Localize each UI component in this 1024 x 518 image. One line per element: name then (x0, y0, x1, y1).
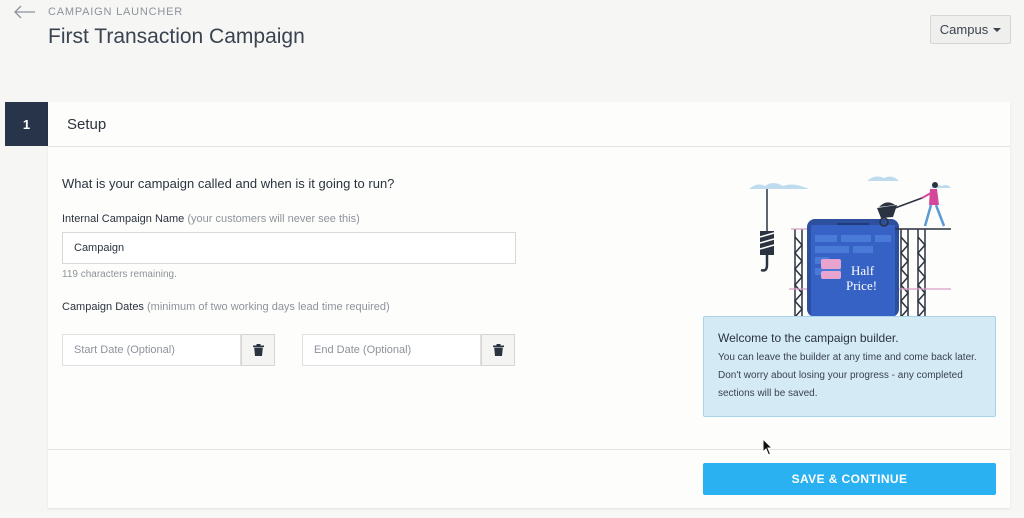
sign-text-half: Half (851, 263, 875, 278)
welcome-text: You can leave the builder at any time an… (718, 352, 977, 399)
campaign-name-hint: (your customers will never see this) (187, 213, 360, 225)
card-footer-divider (48, 449, 1010, 450)
start-date-group: Start Date (Optional) (62, 334, 275, 366)
trash-icon (492, 344, 504, 356)
campaign-dates-hint: (minimum of two working days lead time r… (147, 301, 390, 313)
trash-icon (252, 344, 264, 356)
breadcrumb: CAMPAIGN LAUNCHER (48, 6, 184, 18)
back-arrow-icon[interactable] (13, 4, 37, 20)
page-title: First Transaction Campaign (48, 25, 305, 48)
campaign-dates-label: Campaign Dates (minimum of two working d… (62, 301, 390, 313)
step-title: Setup (48, 102, 1010, 147)
save-continue-button[interactable]: SAVE & CONTINUE (703, 463, 996, 495)
campaign-name-label: Internal Campaign Name (your customers w… (62, 213, 360, 225)
caret-down-icon (993, 28, 1002, 32)
campaign-dates-label-text: Campaign Dates (62, 301, 144, 313)
campaign-name-input[interactable]: Campaign (62, 232, 516, 264)
campaign-name-label-text: Internal Campaign Name (62, 213, 185, 225)
step-number-badge: 1 (5, 102, 48, 146)
form-question: What is your campaign called and when is… (62, 176, 395, 191)
campaign-builder-illustration: Half Price! (749, 176, 951, 317)
clear-start-date-button[interactable] (241, 334, 275, 366)
end-date-input[interactable]: End Date (Optional) (302, 334, 481, 366)
welcome-title: Welcome to the campaign builder. (718, 331, 899, 345)
start-date-input[interactable]: Start Date (Optional) (62, 334, 241, 366)
campus-dropdown-label: Campus (939, 22, 989, 37)
welcome-info-box: Welcome to the campaign builder. You can… (703, 316, 996, 417)
end-date-group: End Date (Optional) (302, 334, 515, 366)
mouse-cursor-icon (762, 438, 774, 456)
characters-remaining: 119 characters remaining. (62, 269, 177, 280)
sign-text-price: Price! (846, 278, 877, 293)
clear-end-date-button[interactable] (481, 334, 515, 366)
setup-card: Setup What is your campaign called and w… (48, 102, 1010, 508)
campus-dropdown[interactable]: Campus (930, 15, 1011, 44)
